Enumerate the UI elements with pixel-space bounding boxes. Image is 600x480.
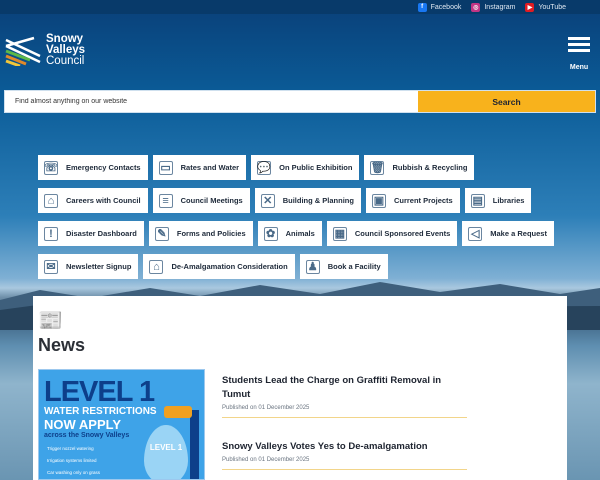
quick-link-careers-with-council[interactable]: ⌂ Careers with Council (38, 188, 148, 213)
newsletter-signup-icon: ✉ (44, 259, 58, 274)
article-title[interactable]: Students Lead the Charge on Graffiti Rem… (222, 374, 467, 402)
animals-icon: ✿ (263, 226, 278, 241)
quick-link-label: Careers with Council (66, 196, 141, 205)
social-bar: f Facebook ◎ Instagram ▶ YouTube (0, 0, 600, 14)
article-title[interactable]: Snowy Valleys Votes Yes to De-amalgamati… (222, 440, 467, 454)
news-article[interactable]: Students Lead the Charge on Graffiti Rem… (222, 374, 467, 418)
menu-button[interactable] (565, 33, 593, 63)
quick-links-row: ☏ Emergency Contacts ▭ Rates and Water 💬 On P… (38, 155, 568, 180)
quick-link-building-planning[interactable]: ✕ Building & Planning (254, 188, 361, 213)
hamburger-bar (568, 43, 590, 46)
rubbish-recycling-icon: 🗑 (370, 160, 385, 175)
hamburger-icon (568, 37, 590, 40)
quick-link-label: Forms and Policies (176, 229, 246, 238)
quick-link-rubbish-recycling[interactable]: 🗑 Rubbish & Recycling (364, 155, 475, 180)
search-bar: Search (4, 90, 596, 113)
current-projects-icon: ▣ (371, 193, 386, 208)
quick-link-label: Building & Planning (282, 196, 354, 205)
news-feature-image[interactable]: LEVEL 1 WATER RESTRICTIONS NOW APPLY acro… (38, 369, 205, 480)
quick-link-libraries[interactable]: ▤ Libraries (464, 188, 532, 213)
social-link-facebook[interactable]: f Facebook (417, 2, 462, 12)
forms-and-policies-icon: ✎ (154, 226, 169, 241)
quick-link-disaster-dashboard[interactable]: ! Disaster Dashboard (38, 221, 144, 246)
emergency-contacts-icon: ☏ (44, 160, 58, 175)
quick-link-label: Book a Facility (327, 262, 381, 271)
news-article[interactable]: Snowy Valleys Votes Yes to De-amalgamati… (222, 440, 467, 470)
quick-link-de-amalgamation-consideration[interactable]: ⌂ De-Amalgamation Consideration (143, 254, 295, 279)
quick-link-label: Current Projects (393, 196, 453, 205)
council-meetings-icon: ≡ (158, 193, 173, 208)
pipe-graphic (190, 410, 199, 479)
quick-link-label: Newsletter Signup (66, 262, 132, 271)
quick-links: ☏ Emergency Contacts ▭ Rates and Water 💬 On P… (38, 155, 568, 287)
tap-graphic (164, 406, 192, 418)
quick-link-emergency-contacts[interactable]: ☏ Emergency Contacts (38, 155, 148, 180)
youtube-icon: ▶ (525, 2, 535, 12)
quick-link-council-meetings[interactable]: ≡ Council Meetings (152, 188, 250, 213)
instagram-icon: ◎ (471, 2, 481, 12)
council-logo[interactable]: Snowy Valleys Council (4, 33, 85, 67)
quick-link-label: Libraries (492, 196, 525, 205)
image-rule: Car washing only on grass (47, 470, 101, 475)
logo-mark-icon (5, 36, 41, 66)
social-label: Instagram (484, 3, 516, 11)
council-sponsored-events-icon: ▦ (332, 226, 347, 241)
image-rule: Irrigation systems limited (47, 458, 97, 463)
quick-link-label: On Public Exhibition (279, 163, 353, 172)
book-a-facility-icon: ♟ (305, 259, 320, 274)
quick-link-label: De-Amalgamation Consideration (171, 262, 288, 271)
quick-link-rates-and-water[interactable]: ▭ Rates and Water (152, 155, 247, 180)
image-text: NOW APPLY (44, 417, 122, 432)
on-public-exhibition-icon: 💬 (257, 160, 272, 175)
search-button[interactable]: Search (418, 91, 595, 112)
quick-link-current-projects[interactable]: ▣ Current Projects (365, 188, 460, 213)
quick-link-make-a-request[interactable]: ◁ Make a Request (462, 221, 554, 246)
logo-line-3: Council (46, 55, 85, 67)
social-link-instagram[interactable]: ◎ Instagram (471, 2, 516, 12)
newspaper-icon: 📰 (38, 310, 63, 332)
quick-link-book-a-facility[interactable]: ♟ Book a Facility (299, 254, 388, 279)
quick-link-on-public-exhibition[interactable]: 💬 On Public Exhibition (251, 155, 360, 180)
image-rule: Trigger nozzel watering (47, 446, 94, 451)
careers-with-council-icon: ⌂ (44, 193, 58, 208)
quick-link-label: Council Sponsored Events (354, 229, 451, 238)
quick-link-label: Rubbish & Recycling (392, 163, 468, 172)
article-date: Published on 01 December 2025 (222, 405, 310, 411)
quick-link-label: Animals (285, 229, 315, 238)
quick-link-newsletter-signup[interactable]: ✉ Newsletter Signup (38, 254, 139, 279)
building-planning-icon: ✕ (260, 193, 275, 208)
facebook-icon: f (417, 2, 427, 12)
quick-link-animals[interactable]: ✿ Animals (257, 221, 322, 246)
quick-link-forms-and-policies[interactable]: ✎ Forms and Policies (148, 221, 253, 246)
quick-links-row: ⌂ Careers with Council ≡ Council Meetings ✕ B… (38, 188, 568, 213)
quick-link-label: Disaster Dashboard (66, 229, 137, 238)
quick-link-label: Rates and Water (180, 163, 240, 172)
quick-link-label: Emergency Contacts (66, 163, 141, 172)
hamburger-bar (568, 49, 590, 52)
news-heading: News (38, 335, 86, 355)
search-input[interactable] (5, 91, 418, 112)
rates-and-water-icon: ▭ (158, 160, 173, 175)
quick-link-label: Council Meetings (180, 196, 243, 205)
social-label: YouTube (538, 3, 566, 11)
de-amalgamation-consideration-icon: ⌂ (149, 259, 164, 274)
quick-links-row: ! Disaster Dashboard ✎ Forms and Policies ✿ A… (38, 221, 568, 246)
quick-link-council-sponsored-events[interactable]: ▦ Council Sponsored Events (326, 221, 458, 246)
article-date: Published on 01 December 2025 (222, 457, 310, 463)
quick-links-row: ✉ Newsletter Signup ⌂ De-Amalgamation Consi… (38, 254, 568, 279)
disaster-dashboard-icon: ! (44, 226, 58, 241)
image-text: across the Snowy Valleys (44, 432, 130, 439)
menu-label[interactable]: Menu (563, 64, 595, 71)
drop-graphic: LEVEL 1 (144, 425, 188, 479)
social-label: Facebook (430, 3, 462, 11)
news-section: 📰 News LEVEL 1 WATER RESTRICTIONS NOW APP… (33, 296, 567, 480)
quick-link-label: Make a Request (490, 229, 547, 238)
libraries-icon: ▤ (470, 193, 485, 208)
social-link-youtube[interactable]: ▶ YouTube (525, 2, 566, 12)
make-a-request-icon: ◁ (468, 226, 483, 241)
